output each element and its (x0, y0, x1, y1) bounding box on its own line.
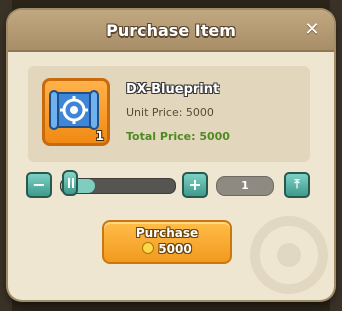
purchase-cost-value: 5000 (158, 242, 192, 256)
item-icon-frame: 1 (42, 78, 110, 146)
dialog-title: Purchase Item (106, 21, 236, 40)
max-quantity-button[interactable]: ⤒ (284, 172, 310, 198)
purchase-dialog: Purchase Item ✕ 1 DX-Blueprint Unit Pric… (8, 10, 334, 300)
blueprint-gear-icon (49, 90, 99, 130)
title-bar: Purchase Item ✕ (8, 10, 334, 52)
item-quantity-badge: 1 (95, 129, 104, 143)
gear-watermark-icon (250, 216, 328, 294)
item-panel: 1 DX-Blueprint Unit Price: 5000 Total Pr… (28, 66, 310, 162)
purchase-cost: 5000 (104, 242, 230, 256)
minus-button[interactable]: − (26, 172, 52, 198)
plus-button[interactable]: + (182, 172, 208, 198)
quantity-selector: − + 1 ⤒ (8, 170, 334, 200)
close-icon[interactable]: ✕ (304, 21, 320, 39)
slider-handle[interactable] (62, 170, 78, 196)
quantity-input[interactable]: 1 (216, 176, 274, 196)
unit-price: Unit Price: 5000 (126, 106, 214, 119)
item-name: DX-Blueprint (126, 82, 220, 97)
total-price: Total Price: 5000 (126, 130, 230, 143)
purchase-button[interactable]: Purchase 5000 (102, 220, 232, 264)
purchase-button-label: Purchase (135, 226, 199, 240)
coin-icon (142, 242, 155, 254)
